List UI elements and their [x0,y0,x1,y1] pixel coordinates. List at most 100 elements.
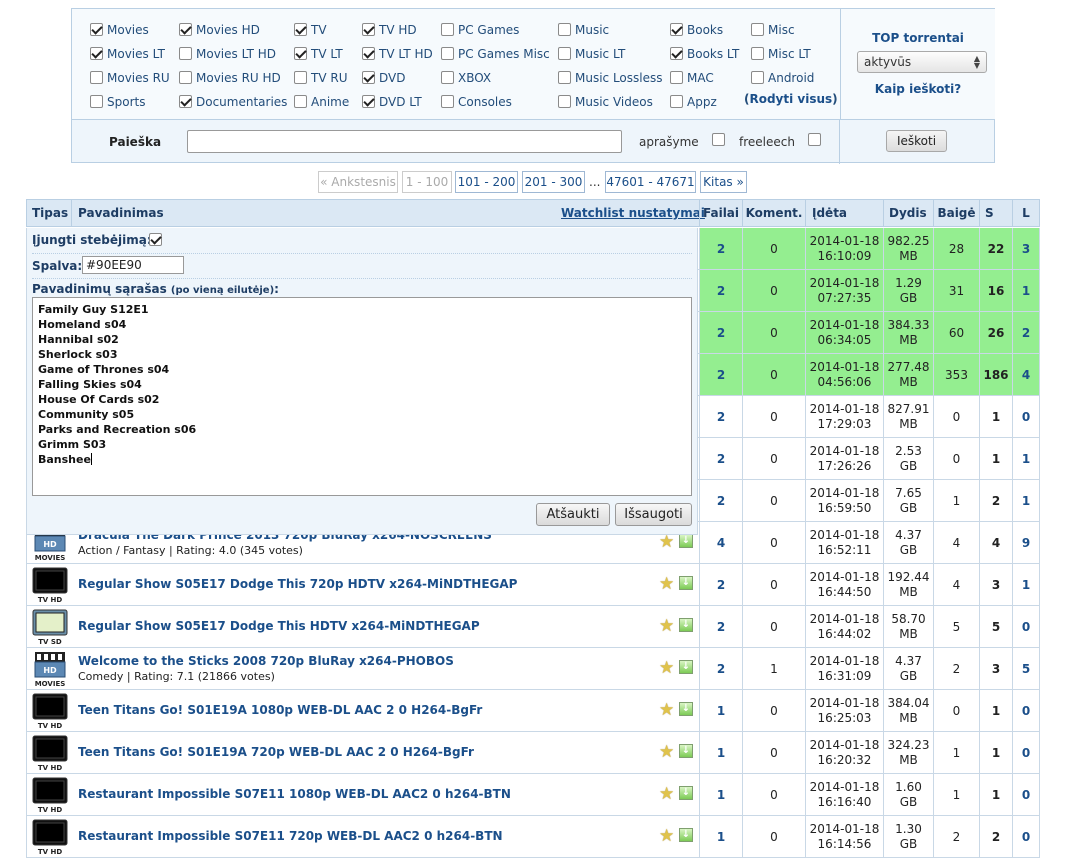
category-option[interactable]: Music LT [558,45,625,63]
category-checkbox[interactable] [558,23,571,36]
category-option[interactable]: Books LT [670,45,739,63]
category-option[interactable]: Android [751,69,814,87]
leechers-cell[interactable]: 0 [1012,816,1039,857]
category-checkbox[interactable] [294,23,307,36]
leechers-cell[interactable]: 3 [1012,228,1039,269]
leechers-cell[interactable]: 0 [1012,732,1039,773]
category-option[interactable]: Anime [294,93,349,111]
category-checkbox[interactable] [90,47,103,60]
category-option[interactable]: TV RU [294,69,347,87]
col-added[interactable]: Įdėta [805,200,883,226]
category-checkbox[interactable] [362,95,375,108]
col-seeders[interactable]: S [979,200,1012,226]
torrent-title-link[interactable]: Restaurant Impossible S07E11 1080p WEB-D… [78,787,511,801]
category-option[interactable]: Books [670,21,723,39]
category-option[interactable]: Sports [90,93,145,111]
top-torrents-select[interactable]: aktyvūs ▲ ▼ [857,51,987,73]
category-option[interactable]: TV HD [362,21,417,39]
tv-sd-category-icon[interactable]: TV SD [31,608,69,646]
watchlist-settings-link[interactable]: Watchlist nustatymai [561,200,705,226]
names-textarea[interactable]: Family Guy S12E1 Homeland s04 Hannibal s02… [32,297,692,496]
category-option[interactable]: Movies RU [90,69,170,87]
files-cell[interactable]: 2 [699,354,742,395]
download-icon[interactable]: ↓ [679,786,693,800]
cancel-button[interactable]: Atšaukti [536,503,610,526]
category-option[interactable]: Movies HD [179,21,260,39]
torrent-title-link[interactable]: Welcome to the Sticks 2008 720p BluRay x… [78,654,454,668]
files-cell[interactable]: 2 [699,480,742,521]
col-finished[interactable]: Baigė [933,200,979,226]
torrent-title-link[interactable]: Restaurant Impossible S07E11 720p WEB-DL… [78,829,503,843]
torrent-title-link[interactable]: Teen Titans Go! S01E19A 1080p WEB-DL AAC… [78,703,482,717]
color-input[interactable]: #90EE90 [82,256,184,274]
files-cell[interactable]: 2 [699,438,742,479]
files-cell[interactable]: 2 [699,270,742,311]
search-input[interactable] [187,130,622,153]
category-checkbox[interactable] [90,23,103,36]
col-comments[interactable]: Koment. [742,200,805,226]
category-option[interactable]: Documentaries [179,93,287,111]
files-cell[interactable]: 1 [699,732,742,773]
category-option[interactable]: Appz [670,93,717,111]
freeleech-checkbox[interactable] [808,133,821,146]
files-cell[interactable]: 1 [699,774,742,815]
category-checkbox[interactable] [670,71,683,84]
category-option[interactable]: Misc [751,21,795,39]
category-checkbox[interactable] [90,95,103,108]
category-checkbox[interactable] [294,47,307,60]
files-cell[interactable]: 2 [699,606,742,647]
files-cell[interactable]: 2 [699,312,742,353]
category-option[interactable]: PC Games [441,21,519,39]
star-icon[interactable]: ★ [659,702,674,719]
star-icon[interactable]: ★ [659,744,674,761]
category-checkbox[interactable] [179,23,192,36]
leechers-cell[interactable]: 1 [1012,438,1039,479]
col-name[interactable]: Pavadinimas [71,200,164,226]
watch-enable-checkbox[interactable] [149,233,162,246]
pager-page-link[interactable]: 201 - 300 [522,171,585,193]
category-checkbox[interactable] [179,47,192,60]
category-checkbox[interactable] [362,23,375,36]
category-option[interactable]: PC Games Misc [441,45,550,63]
torrent-title-link[interactable]: Regular Show S05E17 Dodge This HDTV x264… [78,619,480,633]
col-files[interactable]: Failai [699,200,742,226]
category-checkbox[interactable] [558,95,571,108]
category-option[interactable]: TV LT HD [362,45,433,63]
category-checkbox[interactable] [441,71,454,84]
download-icon[interactable]: ↓ [679,534,693,548]
star-icon[interactable]: ★ [659,660,674,677]
files-cell[interactable]: 1 [699,690,742,731]
category-checkbox[interactable] [441,23,454,36]
category-option[interactable]: Movies RU HD [179,69,281,87]
download-icon[interactable]: ↓ [679,828,693,842]
download-icon[interactable]: ↓ [679,618,693,632]
show-all-link[interactable]: Rodyti visus [749,92,832,106]
leechers-cell[interactable]: 0 [1012,396,1039,437]
files-cell[interactable]: 2 [699,396,742,437]
pager-next[interactable]: Kitas » [700,171,747,193]
category-option[interactable]: MAC [670,69,714,87]
leechers-cell[interactable]: 1 [1012,270,1039,311]
category-option[interactable]: Music [558,21,609,39]
search-description-checkbox[interactable] [712,133,725,146]
category-checkbox[interactable] [90,71,103,84]
category-checkbox[interactable] [751,23,764,36]
save-button[interactable]: Išsaugoti [615,503,692,526]
category-option[interactable]: XBOX [441,69,491,87]
download-icon[interactable]: ↓ [679,744,693,758]
search-help-link[interactable]: Kaip ieškoti? [841,82,995,96]
files-cell[interactable]: 2 [699,648,742,689]
category-option[interactable]: Consoles [441,93,512,111]
col-leechers[interactable]: L [1012,200,1039,226]
category-option[interactable]: TV LT [294,45,343,63]
leechers-cell[interactable]: 1 [1012,480,1039,521]
files-cell[interactable]: 1 [699,816,742,857]
leechers-cell[interactable]: 0 [1012,690,1039,731]
search-button[interactable]: Ieškoti [886,130,947,152]
category-option[interactable]: DVD LT [362,93,422,111]
category-option[interactable]: Misc LT [751,45,811,63]
category-checkbox[interactable] [441,95,454,108]
download-icon[interactable]: ↓ [679,660,693,674]
category-checkbox[interactable] [751,71,764,84]
files-cell[interactable]: 2 [699,228,742,269]
